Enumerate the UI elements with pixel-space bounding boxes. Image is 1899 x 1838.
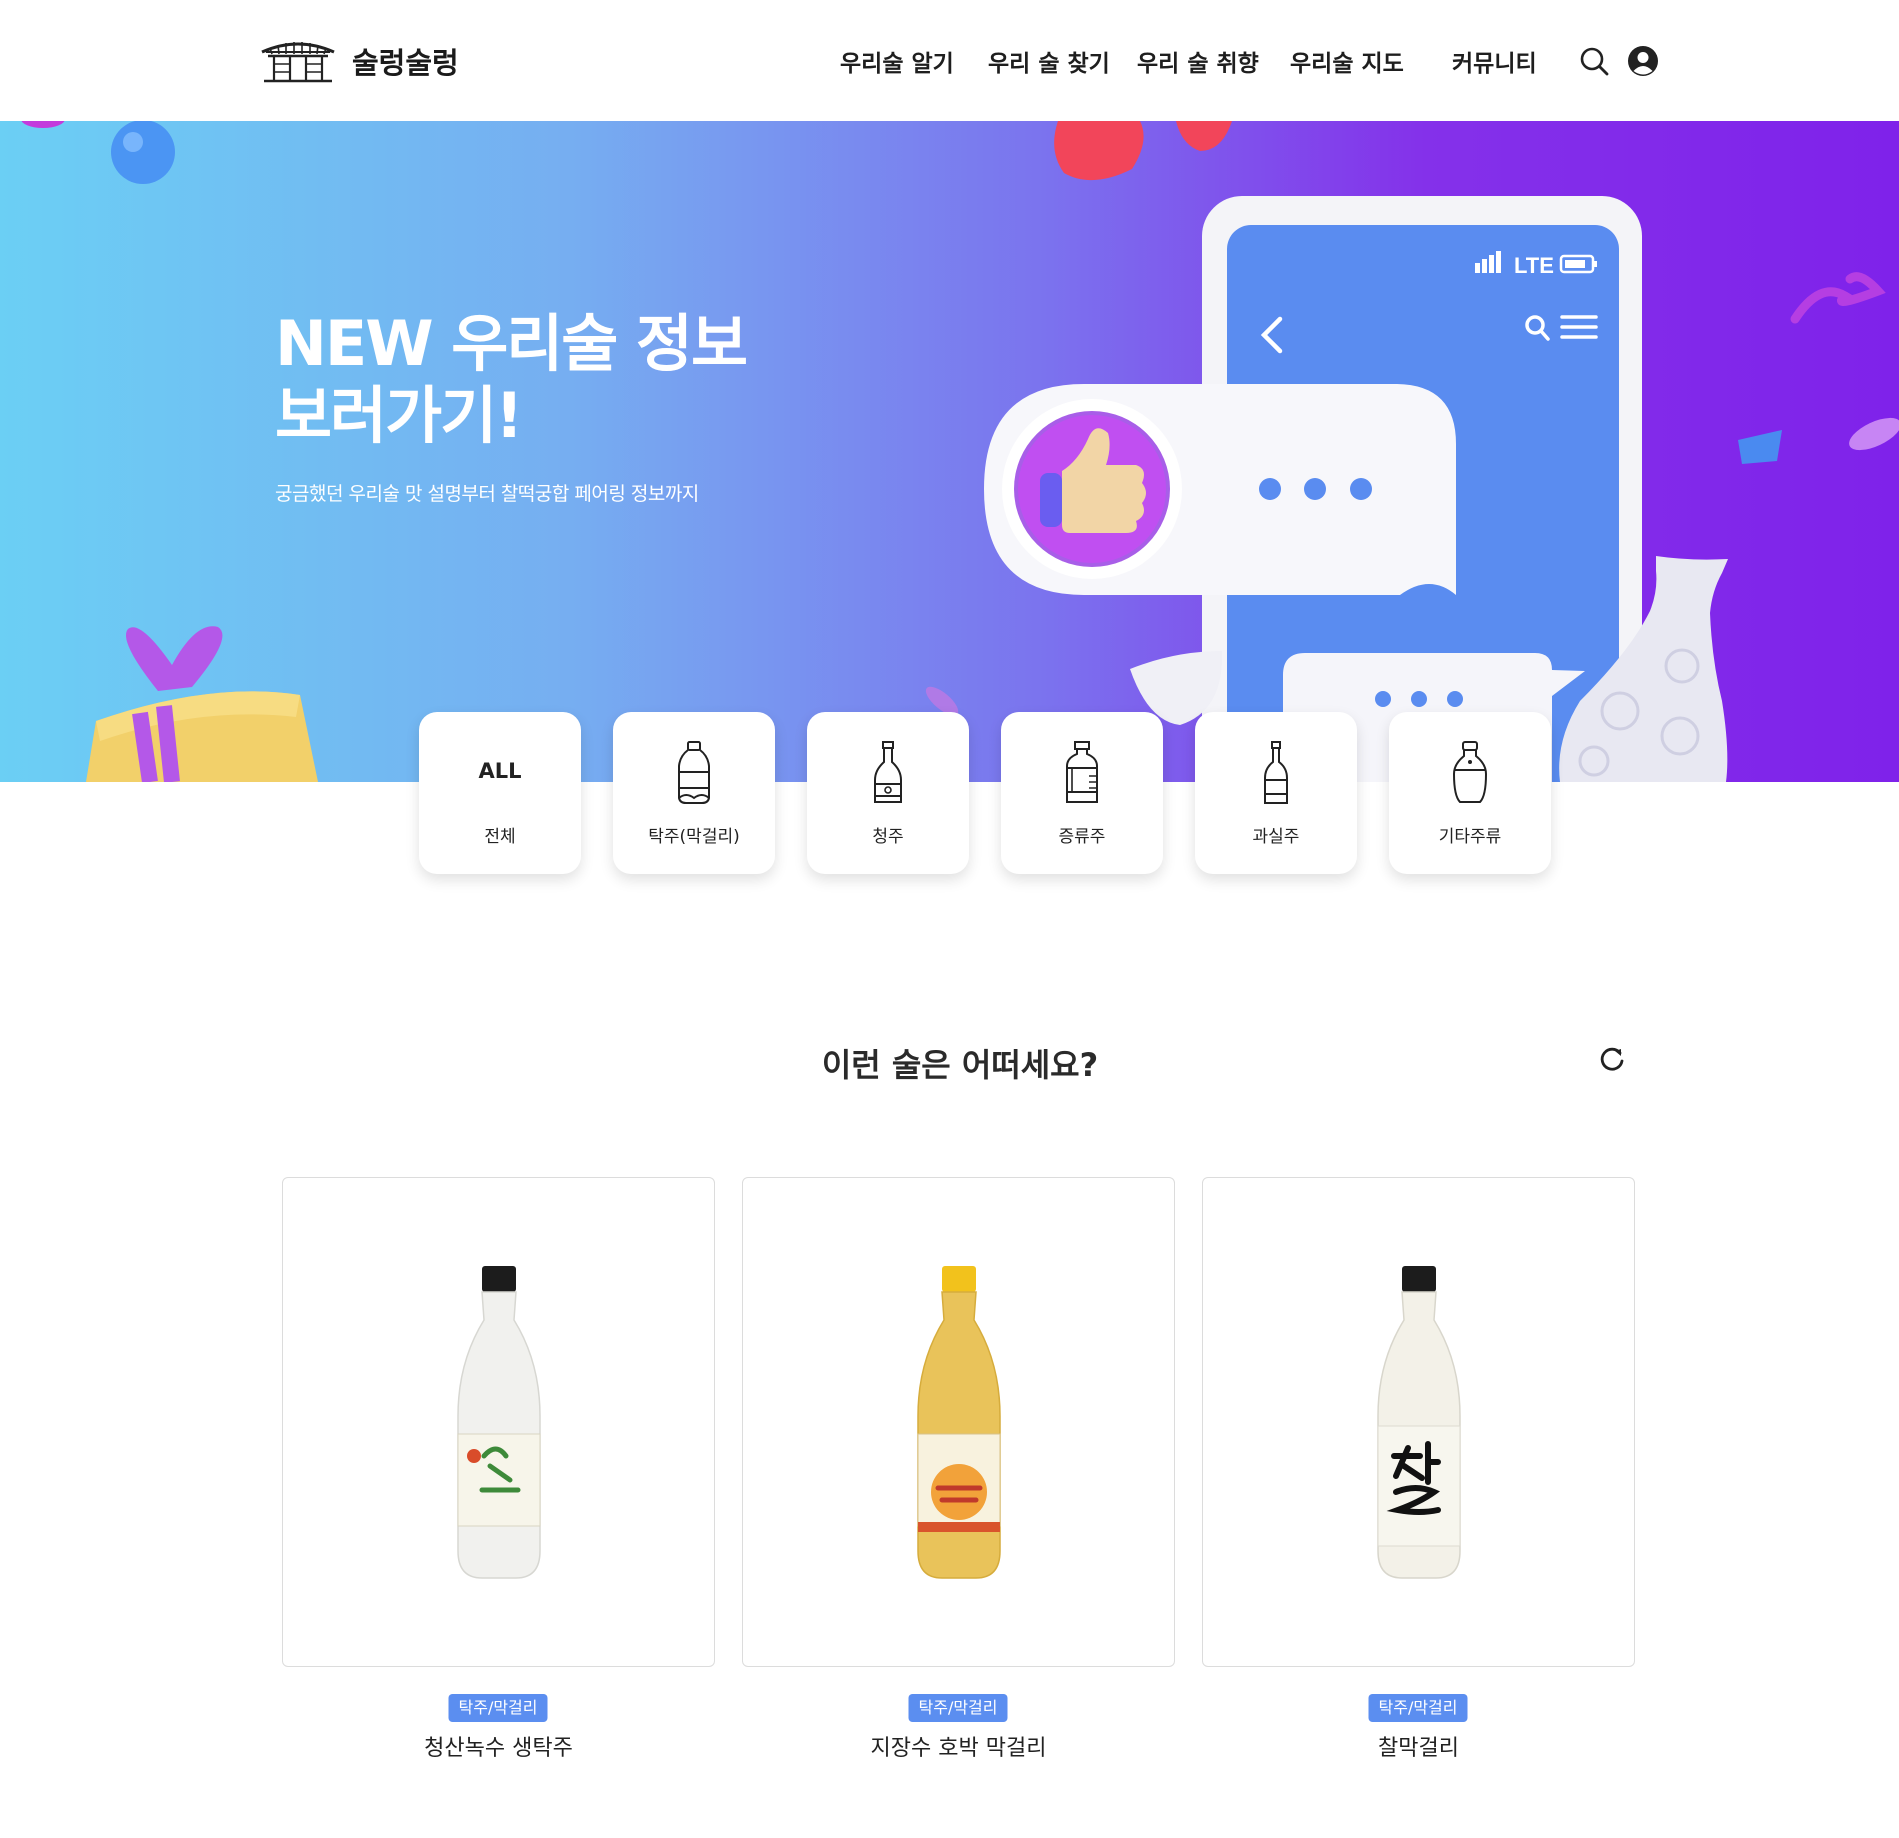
makgeolli-bottle-image — [456, 1266, 541, 1579]
category-makgeolli[interactable]: 탁주(막걸리) — [613, 712, 775, 874]
category-cheongju[interactable]: 청주 — [807, 712, 969, 874]
hero-banner[interactable]: LTE NEW 우리술 정보 보러가기! 궁금했던 우리술 맛 설명부터 찰떡궁… — [0, 121, 1899, 782]
category-spirits[interactable]: 증류주 — [1001, 712, 1163, 874]
category-tag: 탁주/막걸리 — [1368, 1694, 1468, 1722]
nav-item-liquor-taste[interactable]: 우리 술 취향 — [1137, 44, 1259, 78]
refresh-icon[interactable] — [1598, 1045, 1626, 1073]
other-liquor-bottle-icon — [1452, 741, 1488, 803]
category-label: 전체 — [484, 827, 516, 847]
chal-makgeolli-bottle-image — [1376, 1266, 1461, 1579]
product-card[interactable] — [1202, 1177, 1635, 1667]
category-list: ALL 전체 탁주(막걸리) 청주 증류주 과실주 기타주류 — [0, 712, 1899, 874]
product-name[interactable]: 청산녹수 생탁주 — [282, 1730, 715, 1762]
search-icon[interactable] — [1578, 45, 1610, 77]
product-name[interactable]: 찰막걸리 — [1202, 1730, 1635, 1762]
nav-item-about-liquor[interactable]: 우리술 알기 — [840, 44, 954, 78]
category-label: 기타주류 — [1438, 827, 1502, 847]
hero-title-line2: 보러가기! — [275, 379, 523, 452]
category-label: 탁주(막걸리) — [648, 827, 740, 847]
category-label: 과실주 — [1252, 827, 1300, 847]
phone-status-text: LTE — [1514, 253, 1554, 278]
category-all[interactable]: ALL 전체 — [419, 712, 581, 874]
hero-title: NEW 우리술 정보 보러가기! — [275, 307, 748, 452]
spirits-bottle-icon — [1066, 741, 1098, 803]
hero-title-line1: NEW 우리술 정보 — [275, 307, 748, 380]
nav-item-find-liquor[interactable]: 우리 술 찾기 — [988, 44, 1110, 78]
category-tag: 탁주/막걸리 — [448, 1694, 548, 1722]
nav-item-community[interactable]: 커뮤니티 — [1452, 44, 1537, 78]
nav-item-liquor-map[interactable]: 우리술 지도 — [1290, 44, 1404, 78]
category-fruit-wine[interactable]: 과실주 — [1195, 712, 1357, 874]
category-label: 청주 — [872, 827, 904, 847]
hero-subtitle: 궁금했던 우리술 맛 설명부터 찰떡궁합 페어링 정보까지 — [275, 483, 699, 505]
cheongju-bottle-icon — [874, 741, 902, 803]
pumpkin-makgeolli-bottle-image — [916, 1266, 1001, 1579]
category-tag: 탁주/막걸리 — [908, 1694, 1008, 1722]
product-name[interactable]: 지장수 호박 막걸리 — [742, 1730, 1175, 1762]
fruit-wine-bottle-icon — [1264, 741, 1288, 804]
category-label: 증류주 — [1058, 827, 1106, 847]
product-card[interactable] — [742, 1177, 1175, 1667]
category-other-liquor[interactable]: 기타주류 — [1389, 712, 1551, 874]
makgeolli-bottle-icon — [678, 741, 710, 804]
product-card[interactable] — [282, 1177, 715, 1667]
user-account-icon[interactable] — [1627, 45, 1659, 77]
all-icon: ALL — [478, 759, 522, 783]
main-nav: 우리술 알기 우리 술 찾기 우리 술 취향 우리술 지도 커뮤니티 — [0, 44, 1899, 80]
site-header: 술렁술렁 우리술 알기 우리 술 찾기 우리 술 취향 우리술 지도 커뮤니티 — [0, 0, 1899, 121]
